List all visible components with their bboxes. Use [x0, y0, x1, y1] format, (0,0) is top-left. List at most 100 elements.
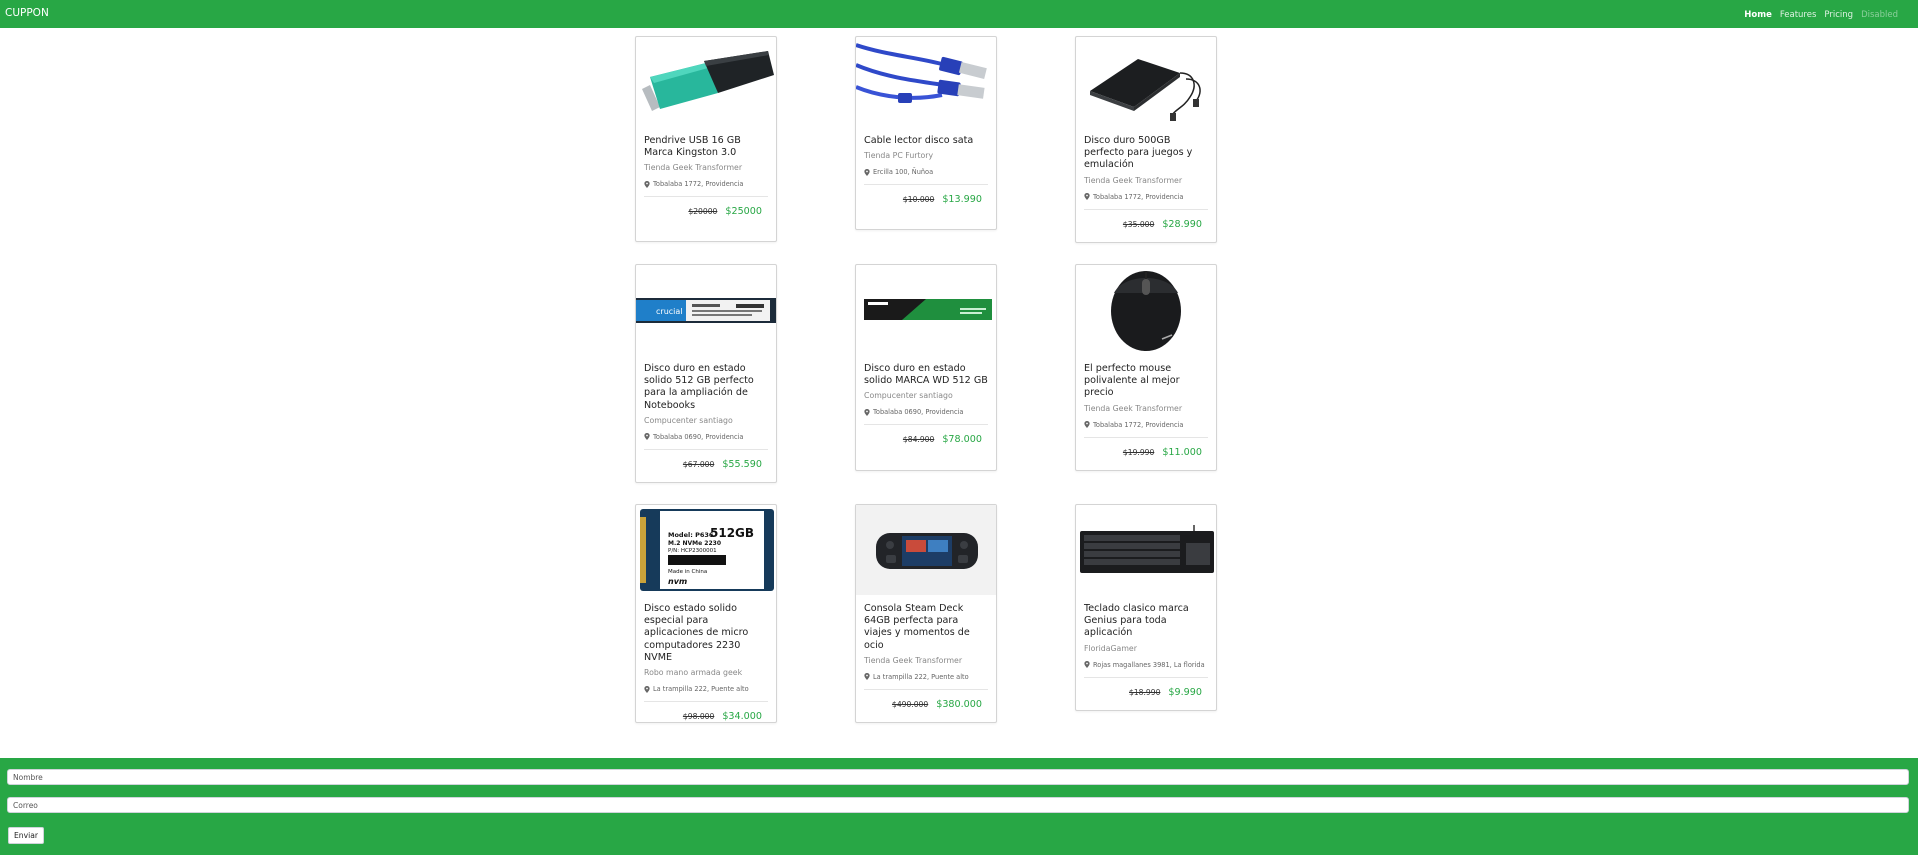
product-card[interactable]: Disco duro en estado solido MARCA WD 512…	[855, 264, 997, 471]
nav-home[interactable]: Home	[1744, 10, 1772, 20]
new-price: $55.590	[722, 458, 762, 470]
ssd-brand-text: crucial	[656, 307, 683, 316]
email-input[interactable]	[7, 797, 1909, 813]
product-location: Tobalaba 0690, Providencia	[644, 433, 768, 441]
location-text: La trampilla 222, Puente alto	[873, 672, 969, 681]
location-pin-icon	[864, 673, 870, 681]
product-title[interactable]: Teclado clasico marca Genius para toda a…	[1084, 603, 1208, 640]
location-pin-icon	[1084, 421, 1090, 429]
product-prices: $84.900 $78.000	[864, 425, 988, 450]
product-image	[1076, 505, 1216, 595]
location-pin-icon	[644, 433, 650, 441]
ssd-made-text: Made in China	[668, 569, 707, 575]
ssd-type-text: M.2 NVMe 2230	[668, 540, 721, 547]
product-title[interactable]: Cable lector disco sata	[864, 135, 988, 147]
product-card[interactable]: Consola Steam Deck 64GB perfecta para vi…	[855, 504, 997, 723]
product-title[interactable]: Disco duro en estado solido 512 GB perfe…	[644, 363, 768, 412]
product-image	[856, 265, 996, 355]
nvme-ssd-image: Model: P636 512GB M.2 NVMe 2230 P/N: HCP…	[640, 509, 774, 591]
new-price: $28.990	[1162, 218, 1202, 230]
product-card[interactable]: Disco duro 500GB perfecto para juegos y …	[1075, 36, 1217, 243]
product-prices: $10.000 $13.990	[864, 185, 988, 210]
brand-logo[interactable]: CUPPON	[5, 7, 49, 19]
product-title[interactable]: Consola Steam Deck 64GB perfecta para vi…	[864, 603, 988, 652]
product-prices: $67.000 $55.590	[644, 450, 768, 475]
location-text: Tobalaba 1772, Providencia	[1093, 192, 1184, 201]
product-card[interactable]: Teclado clasico marca Genius para toda a…	[1075, 504, 1217, 711]
product-store: Compucenter santiago	[864, 391, 953, 401]
product-store: Compucenter santiago	[644, 415, 733, 425]
product-prices: $19.990 $11.000	[1084, 438, 1208, 463]
product-image	[856, 505, 996, 595]
product-card[interactable]: El perfecto mouse polivalente al mejor p…	[1075, 264, 1217, 471]
new-price: $25000	[725, 206, 762, 218]
ssd-capacity-text: 512GB	[710, 526, 754, 540]
old-price: $19.990	[1122, 447, 1155, 457]
product-prices: $18.990 $9.990	[1084, 678, 1208, 703]
product-prices: $35.000 $28.990	[1084, 210, 1208, 235]
product-title[interactable]: El perfecto mouse polivalente al mejor p…	[1084, 363, 1208, 400]
old-price: $98.000	[682, 712, 715, 722]
sata-cable-image	[856, 43, 987, 103]
product-store: FloridaGamer	[1084, 643, 1137, 653]
product-store: Tienda Geek Transformer	[644, 163, 743, 173]
old-price: $490.000	[891, 699, 929, 709]
location-text: Tobalaba 0690, Providencia	[873, 408, 964, 417]
location-text: Ercilla 100, Ñuñoa	[873, 168, 934, 177]
new-price: $34.000	[722, 711, 762, 723]
navbar: CUPPON Home Features Pricing Disabled	[0, 0, 1918, 28]
product-prices: $490.000 $380.000	[864, 690, 988, 715]
new-price: $78.000	[942, 434, 982, 446]
new-price: $380.000	[936, 698, 982, 710]
product-title[interactable]: Disco estado solido especial para aplica…	[644, 603, 768, 664]
name-input[interactable]	[7, 769, 1909, 785]
location-text: Tobalaba 1772, Providencia	[653, 180, 744, 189]
product-store: Robo mano armada geek	[644, 668, 743, 678]
nav-disabled: Disabled	[1861, 10, 1898, 20]
product-card[interactable]: Model: P636 512GB M.2 NVMe 2230 P/N: HCP…	[635, 504, 777, 723]
product-image	[1076, 265, 1216, 355]
old-price: $20000	[688, 207, 718, 217]
nav-links: Home Features Pricing Disabled	[1744, 10, 1898, 20]
wd-ssd-image	[864, 299, 992, 320]
product-location: La trampilla 222, Puente alto	[644, 685, 768, 693]
location-text: Rojas magallanes 3981, La florida	[1093, 660, 1205, 669]
product-image: crucial	[636, 265, 776, 355]
ssd-model-text: Model: P636	[668, 531, 714, 539]
product-store: Tienda Geek Transformer	[864, 655, 963, 665]
new-price: $11.000	[1162, 446, 1202, 458]
product-location: Rojas magallanes 3981, La florida	[1084, 661, 1208, 669]
submit-button[interactable]: Enviar	[8, 827, 44, 844]
ssd-logo-text: nvm	[668, 577, 687, 586]
location-pin-icon	[864, 168, 870, 176]
location-text: La trampilla 222, Puente alto	[653, 685, 749, 694]
location-text: Tobalaba 1772, Providencia	[1093, 420, 1184, 429]
product-location: La trampilla 222, Puente alto	[864, 673, 988, 681]
location-pin-icon	[644, 685, 650, 693]
product-card[interactable]: crucial Disco duro en estado solido 512 …	[635, 264, 777, 483]
new-price: $9.990	[1168, 686, 1202, 698]
product-location: Tobalaba 1772, Providencia	[1084, 193, 1208, 201]
product-location: Tobalaba 1772, Providencia	[644, 180, 768, 188]
nav-features[interactable]: Features	[1780, 10, 1817, 20]
location-text: Tobalaba 0690, Providencia	[653, 432, 744, 441]
product-store: Tienda Geek Transformer	[1084, 175, 1183, 185]
product-store: Tienda PC Furtory	[864, 151, 934, 161]
product-title[interactable]: Disco duro 500GB perfecto para juegos y …	[1084, 135, 1208, 172]
product-location: Tobalaba 0690, Providencia	[864, 408, 988, 416]
old-price: $18.990	[1129, 687, 1161, 697]
product-image	[856, 37, 996, 127]
product-title[interactable]: Disco duro en estado solido MARCA WD 512…	[864, 363, 988, 387]
product-title[interactable]: Pendrive USB 16 GB Marca Kingston 3.0	[644, 135, 768, 159]
crucial-ssd-image: crucial	[636, 298, 776, 323]
location-pin-icon	[1084, 193, 1090, 201]
product-prices: $20000 $25000	[644, 197, 768, 222]
product-card[interactable]: Cable lector disco sata Tienda PC Furtor…	[855, 36, 997, 230]
product-card[interactable]: Pendrive USB 16 GB Marca Kingston 3.0 Ti…	[635, 36, 777, 242]
old-price: $67.000	[682, 459, 715, 469]
old-price: $35.000	[1122, 219, 1155, 229]
product-image	[1076, 37, 1216, 127]
nav-pricing[interactable]: Pricing	[1824, 10, 1853, 20]
keyboard-image	[1080, 525, 1214, 573]
contact-form: Enviar	[0, 758, 1918, 855]
